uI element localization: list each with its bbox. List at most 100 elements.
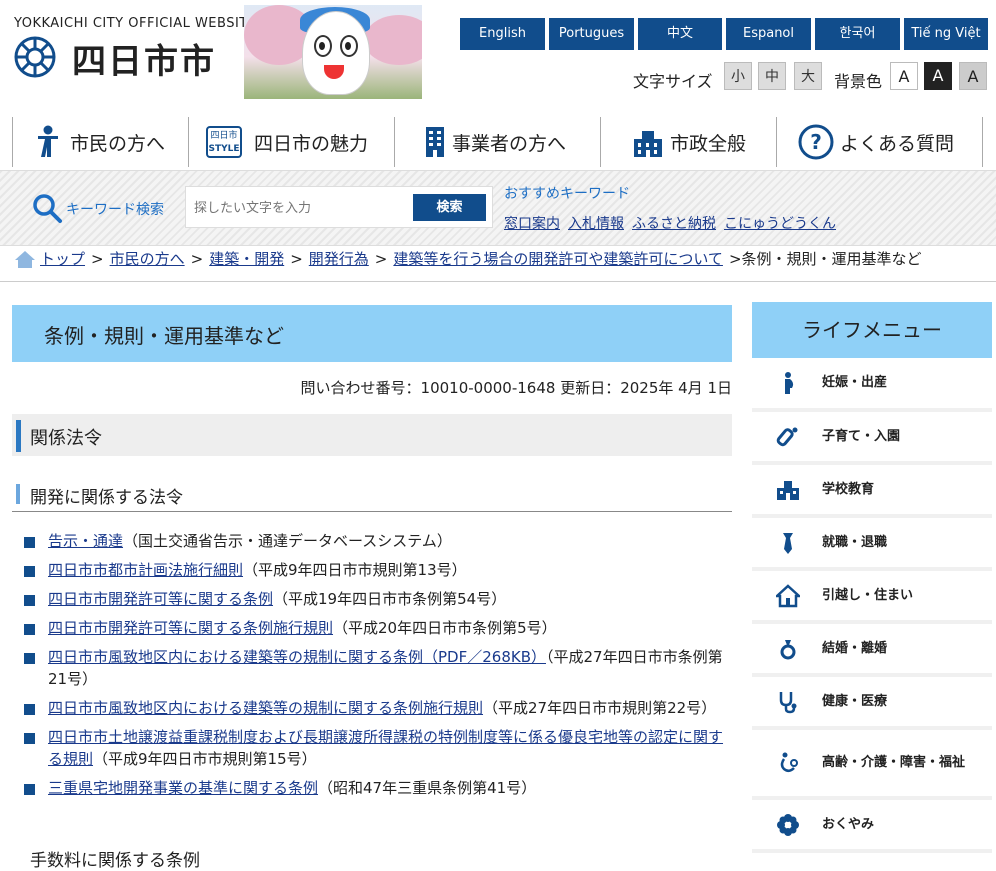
law-note: （昭和47年三重県条例第41号） [318, 779, 537, 797]
life-menu-label: 引越し・住まい [822, 587, 914, 603]
bg-black-button[interactable]: A [924, 62, 952, 90]
nav-citizens-label: 市民の方へ [70, 132, 166, 155]
lang-portugues-button[interactable]: Portugues [549, 18, 634, 50]
building-icon [426, 127, 444, 157]
breadcrumb-link-development[interactable]: 開発行為 [309, 248, 369, 269]
breadcrumb: トップ > 市民の方へ > 建築・開発 > 開発行為 > 建築等を行う場合の開発… [14, 248, 922, 269]
background-color-label: 背景色 [834, 72, 883, 91]
section-heading: 関係法令 [30, 428, 102, 449]
life-menu-item-health[interactable]: 健康・医療 [752, 677, 992, 730]
law-note: （平成27年四日市市規則第22号） [483, 699, 717, 717]
lang-english-button[interactable]: English [460, 18, 545, 50]
keyword-link[interactable]: こにゅうどうくん [724, 213, 836, 233]
city-hall-icon [634, 131, 662, 157]
search-label: キーワード検索 [66, 202, 164, 218]
mascot-banner-image [244, 5, 422, 99]
font-size-large-button[interactable]: 大 [794, 62, 822, 90]
yokkaichi-style-badge: 四日市 STYLE [206, 126, 242, 158]
question-icon: ? [798, 124, 834, 160]
life-menu-item-moving[interactable]: 引越し・住まい [752, 571, 992, 624]
city-emblem-icon [14, 36, 56, 78]
nav-citizens[interactable]: 市民の方へ [34, 117, 165, 167]
list-item: 四日市市土地譲渡益重課税制度および長期譲渡所得課税の特例制度等に係る優良宅地等の… [24, 726, 732, 770]
life-menu-item-childcare[interactable]: 子育て・入園 [752, 412, 992, 465]
list-item: 四日市市風致地区内における建築等の規制に関する条例（PDF／268KB）（平成2… [24, 646, 732, 690]
nav-city-admin[interactable]: 市政全般 [632, 117, 746, 167]
list-item: 四日市市都市計画法施行細則（平成9年四日市市規則第13号） [24, 559, 732, 581]
list-item: 四日市市開発許可等に関する条例施行規則（平成20年四日市市条例第5号） [24, 617, 732, 639]
nav-faq[interactable]: ? よくある質問 [798, 117, 954, 167]
keyword-link[interactable]: ふるさと納税 [632, 213, 716, 233]
search-button[interactable]: 検索 [413, 194, 486, 221]
flower-icon [777, 813, 799, 836]
law-note: （国土交通省告示・通達データベースシステム） [123, 532, 452, 550]
search-input[interactable] [192, 195, 410, 221]
stethoscope-icon [779, 691, 797, 713]
life-menu-label: 高齢・介護・障害・福祉 [822, 755, 966, 770]
lang-korean-button[interactable]: 한국어 [815, 18, 900, 50]
keyword-link[interactable]: 窓口案内 [504, 213, 560, 233]
subsection-heading-accent [16, 484, 20, 504]
life-menu-item-marriage[interactable]: 結婚・離婚 [752, 624, 992, 677]
breadcrumb-separator: > [190, 249, 204, 268]
life-menu-item-condolence[interactable]: おくやみ [752, 800, 992, 853]
law-link[interactable]: 三重県宅地開発事業の基準に関する条例 [48, 779, 318, 797]
lang-vietnamese-button[interactable]: Tiế ng Việt [904, 18, 988, 50]
nav-attractions[interactable]: 四日市 STYLE 四日市の魅力 [206, 117, 368, 167]
law-link[interactable]: 四日市市風致地区内における建築等の規制に関する条例施行規則 [48, 699, 483, 717]
bullet-icon [24, 537, 35, 548]
breadcrumb-separator: > [290, 249, 303, 268]
life-menu-item-employment[interactable]: 就職・退職 [752, 518, 992, 571]
law-link[interactable]: 四日市市風致地区内における建築等の規制に関する条例（PDF／268KB） [48, 648, 546, 666]
law-note: （平成20年四日市市条例第5号） [333, 619, 557, 637]
language-bar: English Portugues 中文 Espanol 한국어 Tiế ng … [460, 18, 988, 50]
lang-espanol-button[interactable]: Espanol [726, 18, 811, 50]
law-link[interactable]: 四日市市開発許可等に関する条例施行規則 [48, 619, 333, 637]
bg-white-button[interactable]: A [890, 62, 918, 90]
section-heading-accent [16, 420, 21, 452]
life-menu-label: 妊娠・出産 [822, 375, 888, 390]
nav-business-label: 事業者の方へ [452, 132, 567, 155]
font-size-medium-button[interactable]: 中 [758, 62, 786, 90]
svg-text:?: ? [810, 130, 822, 154]
necktie-icon [783, 532, 793, 554]
breadcrumb-link-permits[interactable]: 建築等を行う場合の開発許可や建築許可について [393, 248, 723, 269]
breadcrumb-link-top[interactable]: トップ [40, 248, 85, 269]
site-title[interactable]: 四日市市 [72, 34, 216, 83]
law-link[interactable]: 四日市市開発許可等に関する条例 [48, 590, 273, 608]
subsection-divider [12, 511, 732, 512]
baby-bottle-icon [776, 427, 798, 446]
recommended-keywords: 窓口案内 入札情報 ふるさと納税 こにゅうどうくん [504, 213, 836, 233]
breadcrumb-link-construction[interactable]: 建築・開発 [209, 248, 284, 269]
nav-business[interactable]: 事業者の方へ [424, 117, 566, 167]
breadcrumb-divider [0, 281, 996, 282]
law-link[interactable]: 四日市市都市計画法施行細則 [48, 561, 243, 579]
lang-chinese-button[interactable]: 中文 [638, 18, 722, 50]
life-menu-label: 学校教育 [822, 481, 875, 497]
breadcrumb-link-citizens[interactable]: 市民の方へ [110, 248, 185, 269]
badge-bottom-text: STYLE [208, 144, 240, 154]
life-menu-item-pregnancy[interactable]: 妊娠・出産 [752, 358, 992, 412]
badge-top-text: 四日市 [210, 131, 238, 141]
school-icon [777, 480, 799, 500]
life-menu-item-welfare[interactable]: 高齢・介護・障害・福祉 [752, 730, 992, 800]
breadcrumb-current: 条例・規則・運用基準など [741, 250, 922, 268]
breadcrumb-separator: > [91, 249, 104, 268]
life-menu-item-school[interactable]: 学校教育 [752, 465, 992, 518]
font-size-small-button[interactable]: 小 [724, 62, 752, 90]
nav-attractions-label: 四日市の魅力 [254, 132, 369, 155]
bg-gray-button[interactable]: A [959, 62, 987, 90]
page-title: 条例・規則・運用基準など [44, 324, 284, 348]
nav-city-admin-label: 市政全般 [670, 132, 747, 155]
law-link[interactable]: 告示・通達 [48, 532, 123, 550]
law-note: （平成19年四日市市条例第54号） [273, 590, 507, 608]
life-menu-title: ライフメニュー [752, 302, 992, 358]
bullet-icon [24, 784, 35, 795]
ring-icon [780, 639, 796, 659]
bullet-icon [24, 704, 35, 715]
keyword-link[interactable]: 入札情報 [568, 213, 624, 233]
breadcrumb-separator: > [728, 249, 742, 268]
elderly-care-icon [780, 752, 798, 772]
law-note: （平成9年四日市市規則第13号） [243, 561, 467, 579]
law-note: （平成9年四日市市規則第15号） [93, 750, 317, 768]
